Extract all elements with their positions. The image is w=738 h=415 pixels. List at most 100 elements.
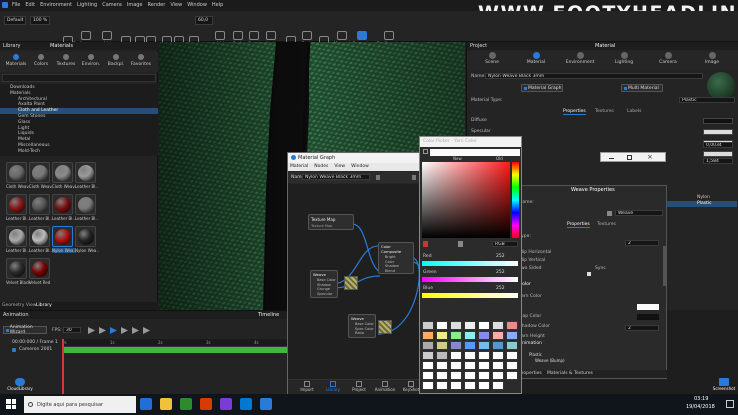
cp-palette-swatch[interactable] xyxy=(478,341,490,350)
library-bottom-tab[interactable]: Library xyxy=(36,303,52,308)
tree-item[interactable]: Gem Stones xyxy=(10,114,140,120)
menu-item-window[interactable]: Window xyxy=(187,2,207,10)
cp-palette-swatch[interactable] xyxy=(492,351,504,360)
menu-item-help[interactable]: Help xyxy=(212,2,223,10)
node-port[interactable]: Blend xyxy=(385,269,413,274)
cp-palette-swatch[interactable] xyxy=(506,341,518,350)
library-tab-backpl[interactable]: Backpl. xyxy=(104,54,128,67)
mg-bottom-button[interactable]: Import xyxy=(296,381,318,392)
cp-palette-swatch[interactable] xyxy=(478,321,490,330)
tree-item[interactable]: Materials xyxy=(10,91,140,97)
cp-palette-swatch[interactable] xyxy=(422,361,434,370)
library-tab-textures[interactable]: Textures xyxy=(54,54,78,67)
screenshot-desktop-icon[interactable]: Screenshot xyxy=(710,378,738,394)
cp-titlebar[interactable]: Color Picker - Yarn Color xyxy=(420,137,521,147)
cp-hue-strip[interactable] xyxy=(512,162,519,238)
material-thumbnail[interactable] xyxy=(29,226,50,247)
cp-channel-value[interactable]: 252 xyxy=(496,270,505,275)
cp-palette-swatch[interactable] xyxy=(436,341,448,350)
taskbar-search-box[interactable]: Digite aqui para pesquisar xyxy=(24,396,136,413)
notification-icon[interactable] xyxy=(726,400,734,408)
material-thumbnail[interactable] xyxy=(29,258,50,279)
tree-item[interactable]: Miscellaneous xyxy=(10,143,140,149)
menu-item-image[interactable]: Image xyxy=(127,2,143,10)
cp-palette-swatch[interactable] xyxy=(450,381,462,390)
cp-palette-swatch[interactable] xyxy=(436,321,448,330)
cp-mode-icons[interactable] xyxy=(423,241,463,247)
cp-palette-swatch[interactable] xyxy=(450,341,462,350)
cp-palette-swatch[interactable] xyxy=(422,341,434,350)
node-port[interactable]: Ratio xyxy=(355,331,375,336)
cp-palette-swatch[interactable] xyxy=(422,351,434,360)
texture-map-node[interactable]: Texture Map Texture Map xyxy=(308,214,354,230)
material-thumbnail[interactable] xyxy=(75,226,96,247)
project-tab-camera[interactable]: Camera xyxy=(653,52,683,65)
cp-palette-swatch[interactable] xyxy=(492,371,504,380)
cp-palette-swatch[interactable] xyxy=(506,321,518,330)
weave-node-2[interactable]: Weave Base Color Spec Color Ratio xyxy=(348,314,376,338)
mg-menu-item[interactable]: Material xyxy=(290,163,308,171)
playhead[interactable] xyxy=(62,339,64,395)
mg-menu-item[interactable]: Nodes xyxy=(314,163,328,171)
project-subtab[interactable]: Labels xyxy=(627,109,641,114)
cp-palette-swatch[interactable] xyxy=(436,371,448,380)
project-subtab[interactable]: Textures xyxy=(595,109,614,114)
library-search-bar[interactable] xyxy=(2,74,156,82)
cp-palette-swatch[interactable] xyxy=(478,331,490,340)
library-tab-favorites[interactable]: Favorites xyxy=(129,54,153,67)
library-tab-colors[interactable]: Colors xyxy=(29,54,53,67)
material-thumbnail[interactable] xyxy=(6,162,27,183)
value-field-2[interactable]: 1,584 xyxy=(703,158,733,164)
mg-menu-item[interactable]: View xyxy=(334,163,345,171)
taskbar-app-icon[interactable] xyxy=(180,398,192,410)
cp-palette-swatch[interactable] xyxy=(436,351,448,360)
material-thumbnail[interactable] xyxy=(6,258,27,279)
material-thumbnail[interactable] xyxy=(52,226,73,247)
project-tab-material[interactable]: Material xyxy=(521,52,551,65)
weave-bottom-tab[interactable]: Properties xyxy=(519,371,542,376)
cp-palette-swatch[interactable] xyxy=(422,381,434,390)
cp-palette-swatch[interactable] xyxy=(506,361,518,370)
material-thumbnail[interactable] xyxy=(75,162,96,183)
cp-palette-swatch[interactable] xyxy=(492,381,504,390)
cp-palette-swatch[interactable] xyxy=(506,351,518,360)
weave-tab[interactable]: Textures xyxy=(597,222,616,227)
taskbar-app-icon[interactable] xyxy=(140,398,152,410)
project-subtab[interactable]: Properties xyxy=(563,109,586,115)
skip-end-icon[interactable] xyxy=(132,327,139,334)
sync-checkbox[interactable] xyxy=(587,272,591,276)
cp-palette-swatch[interactable] xyxy=(478,381,490,390)
material-thumbnail[interactable] xyxy=(29,162,50,183)
cp-palette-swatch[interactable] xyxy=(464,321,476,330)
color-composite-node[interactable]: Color Composite Bright Color Shadow Blend xyxy=(378,242,414,274)
cp-channel-value[interactable]: 252 xyxy=(496,254,505,259)
cp-sv-square[interactable] xyxy=(422,162,510,238)
library-bottom-tab[interactable]: Geometry View xyxy=(2,303,37,308)
library-tab-environ[interactable]: Environ. xyxy=(79,54,103,67)
cp-palette-swatch[interactable] xyxy=(464,351,476,360)
cp-palette-swatch[interactable] xyxy=(436,361,448,370)
cp-palette-swatch[interactable] xyxy=(464,381,476,390)
menu-item-view[interactable]: View xyxy=(170,2,182,10)
menu-item-environment[interactable]: Environment xyxy=(40,2,72,10)
weave-node[interactable]: Weave Base Color Shadow Grunge Specular xyxy=(310,270,338,298)
taskbar-app-icon[interactable] xyxy=(260,398,272,410)
cp-palette-swatch[interactable] xyxy=(492,331,504,340)
mg-menu-item[interactable]: Window xyxy=(351,163,369,171)
tree-item[interactable]: Glass xyxy=(10,120,140,126)
cp-palette-swatch[interactable] xyxy=(478,371,490,380)
cp-palette-swatch[interactable] xyxy=(436,381,448,390)
fps-field[interactable]: 30 xyxy=(63,327,81,333)
weave-tree-item[interactable]: Weave (Bump) xyxy=(529,358,664,364)
property-swatch[interactable] xyxy=(703,118,733,124)
cp-channel-slider[interactable] xyxy=(422,261,518,266)
cp-mode-select[interactable]: RGB xyxy=(492,241,518,247)
gap-color-swatch[interactable] xyxy=(637,314,659,320)
menu-item-lighting[interactable]: Lighting xyxy=(77,2,97,10)
cp-palette-swatch[interactable] xyxy=(422,371,434,380)
yarn-height-field[interactable]: 2 xyxy=(625,325,659,331)
material-thumbnail[interactable] xyxy=(52,194,73,215)
mg-bottom-button[interactable]: Project xyxy=(348,381,370,392)
property-swatch[interactable] xyxy=(703,129,733,135)
cp-palette-swatch[interactable] xyxy=(506,371,518,380)
